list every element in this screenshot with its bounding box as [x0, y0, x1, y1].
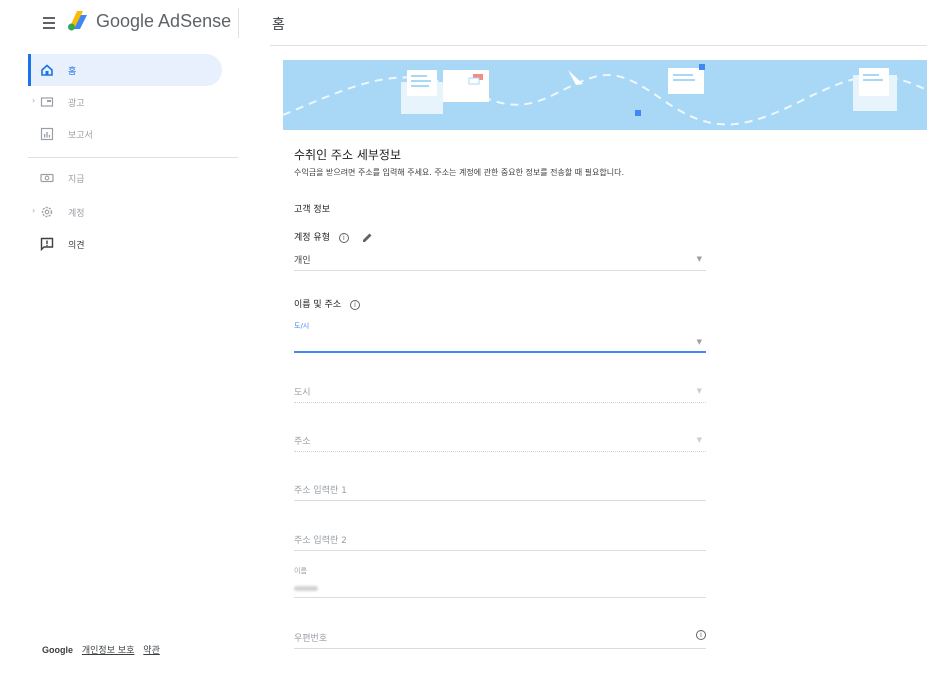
dropdown-arrow-icon: ▼ — [696, 436, 702, 444]
privacy-link[interactable]: 개인정보 보호 — [82, 646, 135, 656]
sidebar-item-ads[interactable]: › 광고 — [28, 86, 222, 118]
province-label: 도/시 — [294, 322, 310, 330]
field-underline — [294, 550, 706, 551]
dropdown-arrow-icon: ▼ — [696, 387, 702, 395]
address-placeholder: 주소 — [294, 437, 311, 447]
app-name: Google AdSense — [96, 11, 232, 31]
home-icon — [41, 64, 53, 76]
payments-icon — [40, 173, 54, 183]
province-select[interactable]: 도/시 ▼ — [294, 321, 706, 354]
field-underline — [294, 597, 706, 598]
menu-line — [43, 17, 55, 19]
sidebar-item-home[interactable]: 홈 — [28, 54, 222, 86]
name-label: 이름 — [294, 567, 307, 575]
terms-link[interactable]: 약관 — [143, 646, 160, 656]
main-content: 수취인 주소 세부정보 수익금을 받으려면 주소를 입력해 주세요. 주소는 계… — [270, 46, 927, 691]
field-underline-disabled — [294, 451, 706, 452]
city-select[interactable]: 도시 ▼ — [294, 383, 706, 403]
adsense-logo — [68, 11, 87, 31]
edit-icon[interactable] — [362, 232, 373, 243]
active-indicator — [28, 54, 31, 86]
dropdown-arrow-icon: ▼ — [696, 338, 702, 346]
address-line1-placeholder: 주소 입력란 1 — [294, 486, 347, 496]
sidebar-divider — [28, 157, 238, 158]
name-input[interactable]: 이름 — [294, 566, 706, 598]
sidebar-item-feedback[interactable]: 의견 — [28, 228, 222, 260]
address-line2-input[interactable]: 주소 입력란 2 — [294, 531, 706, 551]
redacted-name-value — [294, 586, 318, 591]
account-type-value: 개인 — [294, 256, 311, 266]
sidebar-item-label: 계정 — [68, 209, 85, 219]
account-type-label-row: 계정 유형 i — [294, 230, 373, 243]
address-line1-input[interactable]: 주소 입력란 1 — [294, 481, 706, 501]
menu-line — [43, 22, 55, 24]
chevron-right-icon: › — [32, 96, 36, 105]
field-underline — [294, 270, 706, 271]
sidebar-item-reports[interactable]: 보고서 — [28, 118, 222, 150]
info-icon[interactable]: i — [696, 630, 706, 640]
sidebar-item-label: 지급 — [68, 175, 85, 185]
sidebar-item-label: 홈 — [68, 67, 77, 77]
postal-code-input[interactable]: 우편번호 i — [294, 629, 706, 649]
top-app-bar: Google AdSense 홈 — [0, 0, 927, 46]
ads-icon — [40, 97, 54, 107]
main-menu-button[interactable] — [40, 12, 60, 32]
field-underline — [294, 648, 706, 649]
sidebar: 홈 › 광고 보고서 지급 › 계정 의견 Google 개인정보 보호 약관 — [0, 46, 238, 691]
header-divider — [238, 8, 239, 38]
customer-info-heading: 고객 정보 — [294, 205, 330, 215]
mail-illustration-banner — [283, 60, 927, 130]
chevron-right-icon: › — [32, 206, 36, 215]
page-title: 홈 — [272, 17, 285, 33]
reports-icon — [40, 127, 54, 141]
name-address-heading-row: 이름 및 주소 i — [294, 297, 360, 310]
field-underline-focused — [294, 351, 706, 353]
city-placeholder: 도시 — [294, 388, 311, 398]
address-select[interactable]: 주소 ▼ — [294, 432, 706, 452]
card-title: 수취인 주소 세부정보 — [294, 148, 401, 162]
dropdown-arrow-icon: ▼ — [696, 255, 702, 263]
card-description: 수익금을 받으려면 주소를 입력해 주세요. 주소는 계정에 관한 중요한 정보… — [294, 168, 624, 177]
menu-line — [43, 27, 55, 29]
field-underline-disabled — [294, 402, 706, 403]
footer-brand: Google — [42, 645, 73, 655]
sidebar-item-label: 보고서 — [68, 131, 93, 141]
sidebar-item-payments[interactable]: 지급 — [28, 162, 222, 194]
account-type-label: 계정 유형 — [294, 233, 330, 243]
address-line2-placeholder: 주소 입력란 2 — [294, 536, 347, 546]
info-icon[interactable]: i — [350, 299, 360, 310]
sidebar-item-label: 의견 — [68, 241, 85, 251]
name-address-heading: 이름 및 주소 — [294, 300, 342, 310]
info-icon[interactable]: i — [338, 232, 349, 243]
sidebar-footer: Google 개인정보 보호 약관 — [42, 643, 166, 656]
field-underline — [294, 500, 706, 501]
sidebar-item-label: 광고 — [68, 99, 85, 109]
sidebar-item-account[interactable]: › 계정 — [28, 196, 222, 228]
feedback-icon — [40, 237, 54, 251]
postal-code-placeholder: 우편번호 — [294, 634, 328, 644]
account-type-select[interactable]: 개인 ▼ — [294, 251, 706, 271]
settings-icon — [41, 206, 53, 218]
